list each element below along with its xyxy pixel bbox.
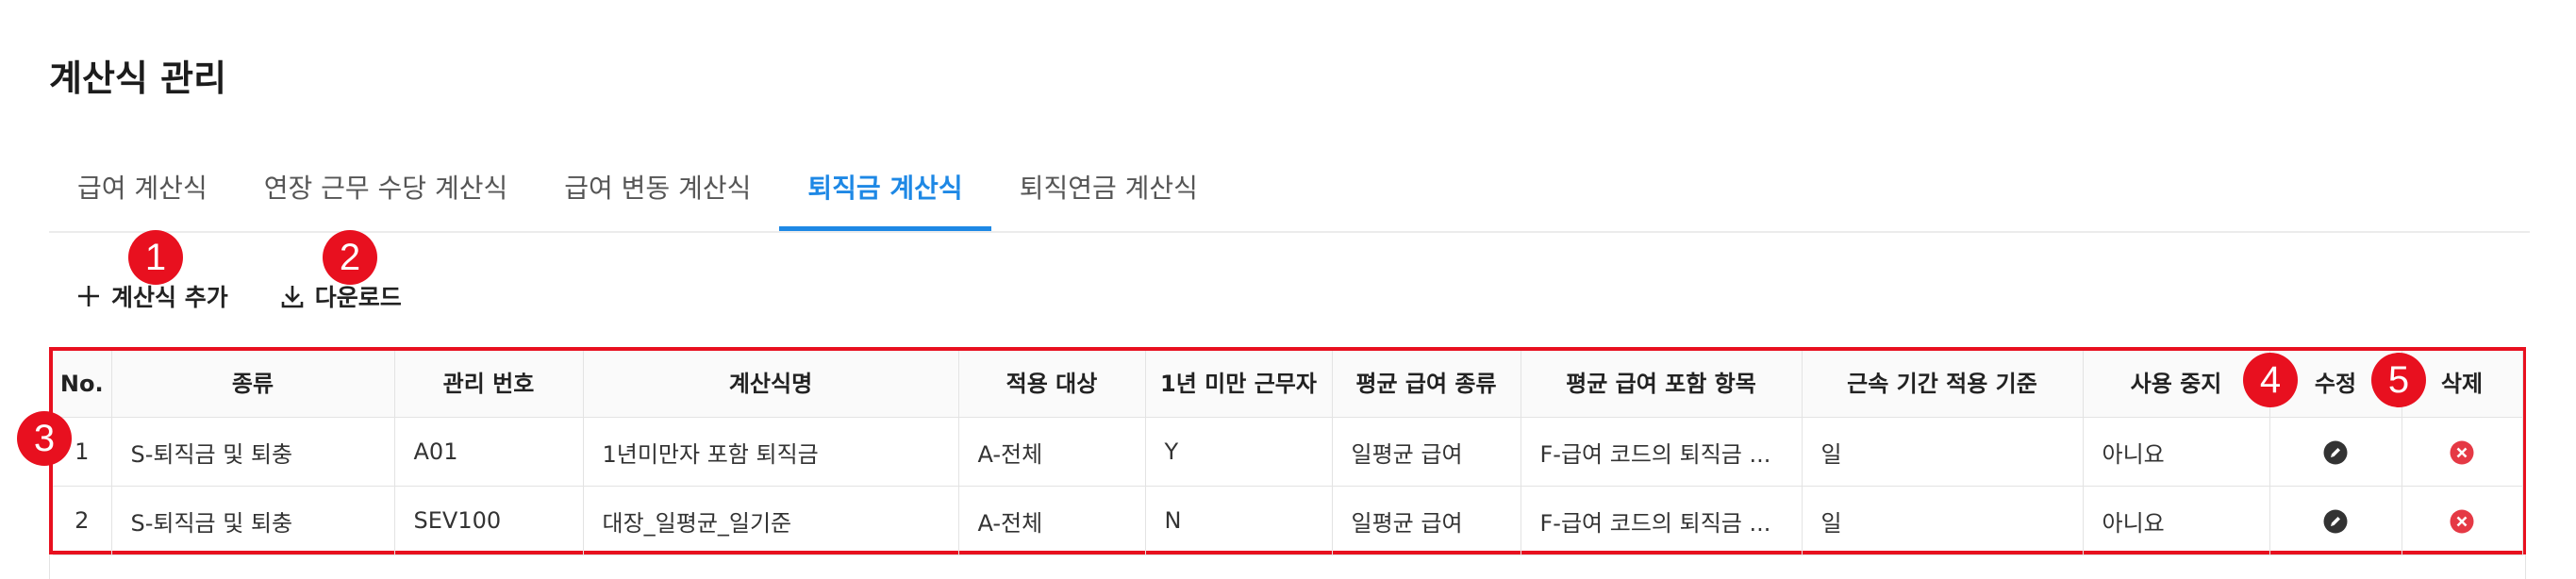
cell-code: A01 [394,417,584,487]
download-button[interactable]: 다운로드 [279,279,402,313]
cell-delete [2401,417,2523,487]
callout-5: 5 [2371,353,2426,407]
table-row[interactable]: 2 S-퇴직금 및 퇴충 SEV100 대장_일평균_일기준 A-전체 N 일평… [53,486,2523,555]
page-title: 계산식 관리 [49,58,227,99]
download-icon [281,286,304,308]
callout-3: 3 [17,411,72,466]
pencil-icon[interactable] [2323,509,2348,534]
download-label: 다운로드 [314,284,402,311]
formula-table: No. 종류 관리 번호 계산식명 적용 대상 1년 미만 근무자 평균 급여 … [49,347,2526,555]
table-row[interactable]: 1 S-퇴직금 및 퇴충 A01 1년미만자 포함 퇴직금 A-전체 Y 일평균… [53,417,2523,487]
cell-avg-pay-type: 일평균 급여 [1332,486,1521,555]
tab-bar: 급여 계산식 연장 근무 수당 계산식 급여 변동 계산식 퇴직금 계산식 퇴직… [49,151,2530,233]
cell-type: S-퇴직금 및 퇴충 [111,486,395,555]
tab-severance-formula[interactable]: 퇴직금 계산식 [779,151,991,231]
col-header-code: 관리 번호 [394,351,584,418]
tab-salary-formula[interactable]: 급여 계산식 [49,151,236,231]
cell-type: S-퇴직금 및 퇴충 [111,417,395,487]
add-formula-label: 계산식 추가 [111,284,228,311]
cell-edit [2269,486,2402,555]
col-header-name: 계산식명 [583,351,959,418]
cell-target: A-전체 [958,417,1146,487]
cell-edit [2269,417,2402,487]
tab-salary-change-formula[interactable]: 급여 변동 계산식 [536,151,779,231]
cell-code: SEV100 [394,486,584,555]
cell-tenure-basis: 일 [1802,486,2084,555]
col-header-no: No. [53,351,112,418]
col-header-type: 종류 [111,351,395,418]
pencil-icon[interactable] [2323,440,2348,465]
close-circle-icon[interactable] [2450,440,2474,465]
cell-name: 대장_일평균_일기준 [583,486,959,555]
cell-no: 2 [53,486,112,555]
close-circle-icon[interactable] [2450,509,2474,534]
col-header-target: 적용 대상 [958,351,1146,418]
tab-pension-formula[interactable]: 퇴직연금 계산식 [991,151,1226,231]
callout-4: 4 [2243,353,2298,407]
tab-overtime-formula[interactable]: 연장 근무 수당 계산식 [236,151,537,231]
cell-under-one-year: N [1145,486,1333,555]
cell-under-one-year: Y [1145,417,1333,487]
cell-delete [2401,486,2523,555]
cell-tenure-basis: 일 [1802,417,2084,487]
callout-2: 2 [323,230,377,285]
plus-icon [78,286,99,306]
col-header-avg-pay-items: 평균 급여 포함 항목 [1521,351,1803,418]
cell-avg-pay-items: F-급여 코드의 퇴직금 ... [1521,486,1803,555]
col-header-avg-pay-type: 평균 급여 종류 [1332,351,1521,418]
cell-suspended: 아니요 [2083,417,2270,487]
table-footer-edge [49,554,2526,579]
cell-suspended: 아니요 [2083,486,2270,555]
table-header-row: No. 종류 관리 번호 계산식명 적용 대상 1년 미만 근무자 평균 급여 … [53,351,2523,418]
col-header-suspended: 사용 중지 [2083,351,2270,418]
cell-avg-pay-items: F-급여 코드의 퇴직금 ... [1521,417,1803,487]
cell-name: 1년미만자 포함 퇴직금 [583,417,959,487]
col-header-tenure-basis: 근속 기간 적용 기준 [1802,351,2084,418]
cell-target: A-전체 [958,486,1146,555]
callout-1: 1 [128,230,183,285]
col-header-under-one-year: 1년 미만 근무자 [1145,351,1333,418]
cell-avg-pay-type: 일평균 급여 [1332,417,1521,487]
